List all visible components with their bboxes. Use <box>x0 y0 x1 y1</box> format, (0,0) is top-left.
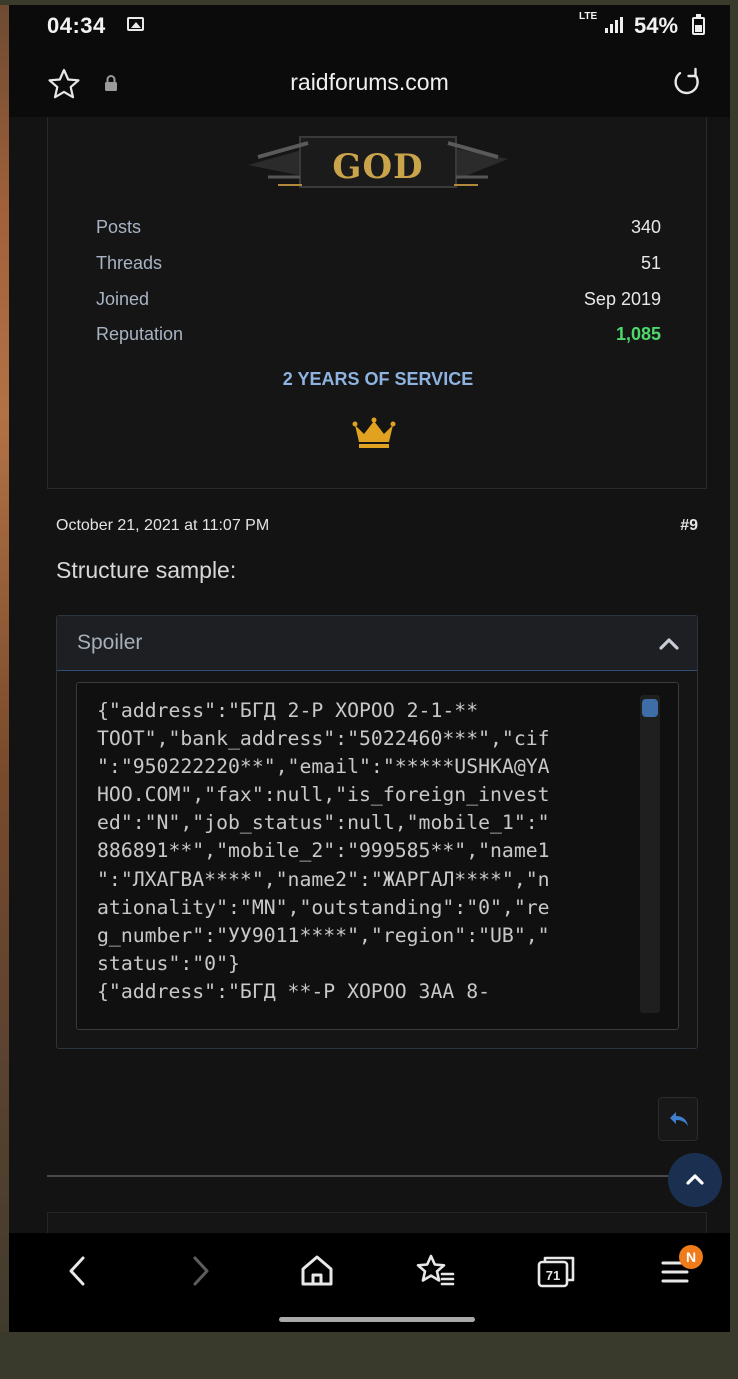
rank-title: GOD <box>332 147 424 187</box>
code-line: 886891**","mobile_2":"999585**","name1 <box>97 839 550 863</box>
post-divider <box>47 1175 679 1177</box>
home-icon <box>301 1255 333 1286</box>
spoiler-toggle[interactable]: Spoiler <box>57 616 697 671</box>
forward-arrow-icon <box>193 1256 209 1286</box>
background-bottom-edge <box>0 1332 738 1379</box>
reputation-value[interactable]: 1,085 <box>616 324 661 345</box>
chevron-up-icon[interactable] <box>659 636 679 650</box>
bookmark-list-icon <box>416 1254 455 1286</box>
user-profile-card: GOD Posts 340 Threads 51 Joined Sep 2019… <box>47 117 707 489</box>
page-content: GOD Posts 340 Threads 51 Joined Sep 2019… <box>9 117 730 1252</box>
tabs-button[interactable]: 71 <box>535 1251 575 1291</box>
code-block[interactable]: {"address":"БГД 2-Р ХОРОО 2-1-** ТООТ","… <box>76 682 679 1030</box>
scroll-to-top-button[interactable] <box>668 1153 722 1207</box>
code-line: g_number":"УУ9011****","region":"UB"," <box>97 923 550 947</box>
code-scrollbar-thumb[interactable] <box>642 699 658 717</box>
stat-row-threads: Threads 51 <box>96 253 661 283</box>
code-line: ationality":"MN","outstanding":"0","re <box>97 895 550 919</box>
forward-button[interactable] <box>179 1251 219 1291</box>
stat-label: Posts <box>96 217 142 237</box>
background-right-edge <box>730 0 738 1379</box>
stat-row-posts: Posts 340 <box>96 217 661 247</box>
code-text: {"address":"БГД 2-Р ХОРОО 2-1-** ТООТ","… <box>97 697 632 1006</box>
browser-bottom-nav: 71 N <box>9 1233 730 1332</box>
reply-button[interactable] <box>658 1097 698 1141</box>
code-line: ":"950222220**","email":"*****USHKA@YA <box>97 755 550 779</box>
code-line: ed":"N","job_status":null,"mobile_1":" <box>97 811 550 835</box>
stat-label: Threads <box>96 253 163 273</box>
battery-percent: 54% <box>634 13 679 38</box>
stat-value: Sep 2019 <box>583 289 661 309</box>
stat-label: Joined <box>96 289 150 309</box>
spoiler-label: Spoiler <box>77 631 143 654</box>
service-award: 2 YEARS OF SERVICE <box>282 369 474 389</box>
post-date[interactable]: October 21, 2021 at 11:07 PM <box>56 517 269 535</box>
stat-label: Reputation <box>96 324 184 344</box>
reply-icon <box>670 1112 688 1126</box>
home-button[interactable] <box>297 1251 337 1291</box>
stat-row-joined: Joined Sep 2019 <box>96 289 661 319</box>
code-line: status":"0"} <box>97 951 240 975</box>
code-line: {"address":"БГД 2-Р ХОРОО 2-1-** <box>97 699 479 722</box>
battery-icon <box>692 14 705 35</box>
status-time: 04:34 <box>47 13 106 38</box>
background-left-edge <box>0 0 9 1379</box>
rank-banner: GOD <box>238 129 518 195</box>
code-line: {"address":"БГД **-Р ХОРОО ЗАА 8- <box>97 979 491 1003</box>
crown-icon <box>352 417 396 448</box>
tabs-icon: 71 <box>537 1256 575 1288</box>
stat-value: 340 <box>630 217 661 237</box>
image-notification-icon <box>127 17 144 31</box>
tabs-count: 71 <box>546 1268 560 1283</box>
phone-screen: 04:34 LTE 54% raidforums.com GOD Posts 3… <box>9 5 730 1332</box>
stat-row-reputation: Reputation 1,085 <box>96 324 661 354</box>
post-number[interactable]: #9 <box>680 517 698 535</box>
browser-url-bar: raidforums.com <box>9 45 730 117</box>
post-body-text: Structure sample: <box>56 557 237 583</box>
stat-value: 51 <box>640 253 661 273</box>
code-scrollbar[interactable] <box>640 695 660 1013</box>
network-type: LTE <box>579 11 598 22</box>
signal-icon <box>605 17 627 33</box>
chevron-up-icon <box>686 1174 704 1185</box>
code-line: HOO.COM","fax":null,"is_foreign_invest <box>97 783 550 807</box>
code-line: ТООТ","bank_address":"5022460***","cif <box>97 727 550 751</box>
back-arrow-icon <box>69 1256 85 1286</box>
url-text[interactable]: raidforums.com <box>9 69 730 96</box>
reload-icon[interactable] <box>669 65 705 101</box>
bookmarks-button[interactable] <box>415 1251 455 1291</box>
back-button[interactable] <box>59 1251 99 1291</box>
spoiler-block: Spoiler {"address":"БГД 2-Р ХОРОО 2-1-**… <box>56 615 698 1049</box>
code-line: ":"ЛХАГВА****","name2":"ЖАРГАЛ****","n <box>97 867 550 891</box>
home-indicator[interactable] <box>279 1317 475 1322</box>
status-bar: 04:34 LTE 54% <box>9 5 730 45</box>
menu-notification-badge: N <box>679 1245 703 1269</box>
